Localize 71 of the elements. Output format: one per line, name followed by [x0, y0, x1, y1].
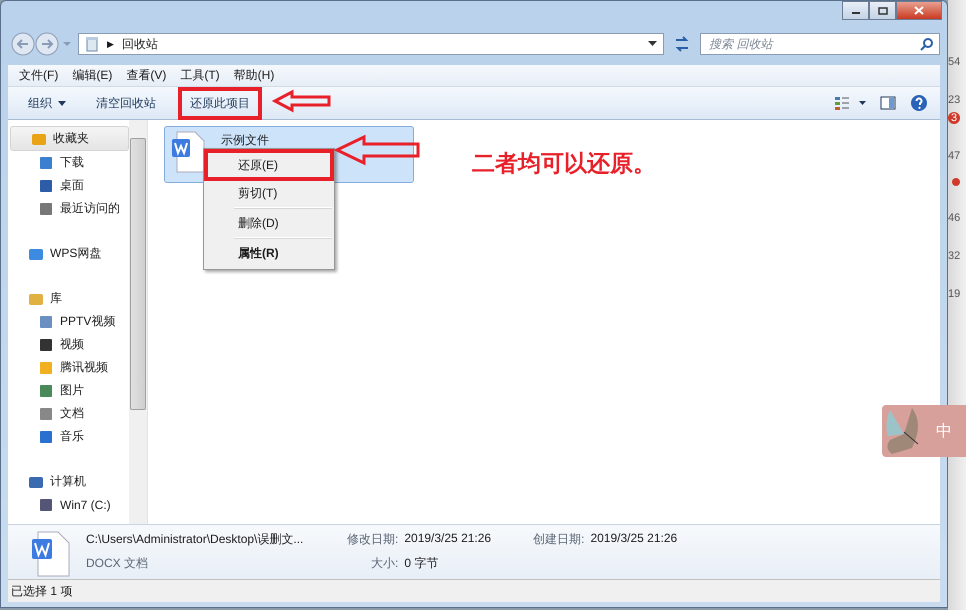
annotation-arrow: [272, 88, 332, 112]
sidebar-item[interactable]: WPS网盘: [8, 242, 129, 265]
toolbar-button[interactable]: 清空回收站: [88, 86, 164, 120]
dropdown-icon[interactable]: [648, 41, 657, 47]
sidebar-icon: [38, 314, 54, 330]
sidebar-item[interactable]: 下载: [8, 151, 129, 174]
file-type: DOCX 文档: [86, 555, 150, 572]
maximize-icon: [878, 6, 888, 14]
list-number: 46: [948, 212, 960, 224]
menu-item[interactable]: 还原(E): [206, 151, 332, 179]
sidebar-item[interactable]: 收藏夹: [10, 126, 129, 151]
menu-item[interactable]: 属性(R): [234, 238, 332, 267]
sidebar-icon: [38, 382, 54, 398]
list-number: 23: [948, 94, 960, 106]
minimize-button[interactable]: [842, 1, 869, 20]
size-label: 大小:: [371, 555, 398, 572]
document-icon: [171, 131, 205, 173]
menu-item[interactable]: 查看(V): [119, 67, 174, 84]
address-bar[interactable]: ▶ 回收站: [78, 33, 664, 55]
menu-item[interactable]: 编辑(E): [65, 67, 120, 84]
sidebar-icon: [38, 154, 54, 170]
caret-icon: [58, 100, 66, 106]
sidebar-item[interactable]: 库: [8, 287, 129, 310]
sidebar-item[interactable]: PPTV视频: [8, 310, 129, 333]
preview-pane-icon[interactable]: [880, 96, 896, 110]
sidebar-item[interactable]: 计算机: [8, 470, 129, 493]
file-path: C:\Users\Administrator\Desktop\误删文...: [86, 531, 304, 548]
created-date: 2019/3/25 21:26: [590, 531, 678, 547]
sidebar-icon: [38, 360, 54, 376]
list-number: 32: [948, 250, 960, 262]
modified-date: 2019/3/25 21:26: [404, 531, 492, 547]
menu-item[interactable]: 帮助(H): [226, 67, 282, 84]
sidebar-icon: [38, 200, 54, 216]
sidebar-item[interactable]: 文档: [8, 402, 129, 425]
menu-item[interactable]: 工具(T): [173, 67, 227, 84]
sidebar-item[interactable]: 桌面: [8, 174, 129, 197]
dot-icon: [952, 178, 960, 186]
sidebar-icon: [38, 336, 54, 352]
close-icon: [914, 6, 924, 15]
sidebar-icon: [38, 496, 54, 512]
sidebar-item[interactable]: 视频: [8, 333, 129, 356]
list-number: 19: [948, 288, 960, 300]
toolbar-button[interactable]: 组织: [20, 86, 74, 120]
sidebar-icon: [38, 406, 54, 422]
recycle-bin-icon: [85, 36, 99, 52]
annotation-text: 二者均可以还原。: [472, 149, 656, 178]
created-label: 创建日期:: [533, 531, 584, 548]
sidebar-item[interactable]: 音乐: [8, 425, 129, 448]
sidebar-item[interactable]: 图片: [8, 379, 129, 402]
sidebar-icon: [38, 178, 54, 194]
sidebar-item[interactable]: 腾讯视频: [8, 356, 129, 379]
toolbar-button[interactable]: 还原此项目: [178, 86, 262, 120]
file-size: 0 字节: [404, 555, 438, 572]
scrollbar[interactable]: [129, 120, 147, 524]
sidebar-item[interactable]: 最近访问的: [8, 197, 129, 220]
status-text: 已选择 1 项: [11, 582, 72, 600]
document-icon: [30, 531, 70, 577]
maximize-button[interactable]: [869, 1, 896, 20]
list-number: 47: [948, 150, 960, 162]
help-icon[interactable]: [910, 94, 928, 112]
menu-item[interactable]: 文件(F): [12, 67, 66, 84]
search-icon: [920, 38, 933, 50]
menu-item[interactable]: 剪切(T): [206, 179, 332, 207]
close-button[interactable]: [896, 1, 942, 20]
list-number: 54: [948, 56, 960, 68]
sidebar-icon: [38, 428, 54, 444]
search-field[interactable]: 搜索 回收站: [700, 33, 940, 55]
count-badge: 3: [948, 112, 960, 124]
view-options-icon[interactable]: [834, 96, 866, 110]
modified-label: 修改日期:: [347, 531, 398, 548]
sidebar-item[interactable]: Win7 (C:): [8, 493, 129, 516]
